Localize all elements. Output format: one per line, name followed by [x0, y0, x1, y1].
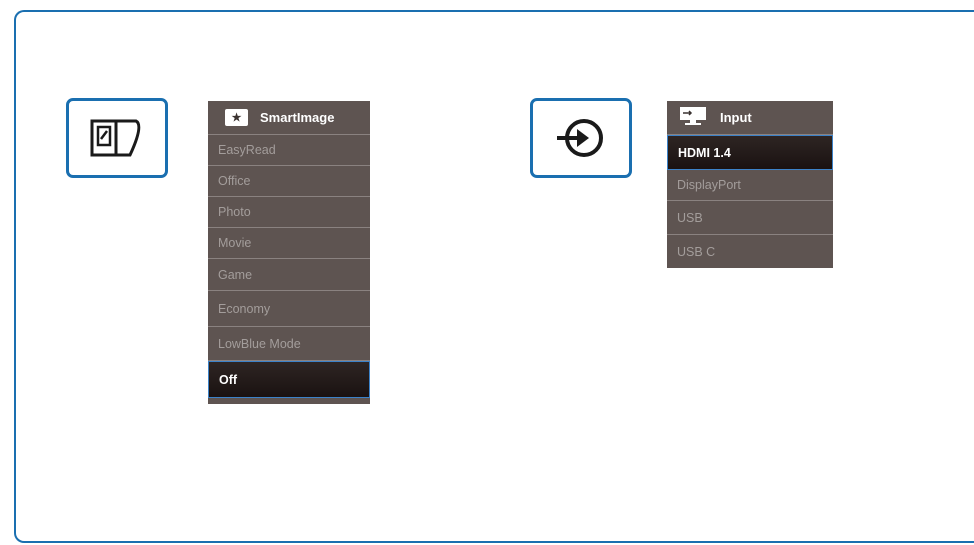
smartimage-icon	[90, 119, 141, 157]
menu-item-label: Economy	[218, 301, 271, 316]
menu-item-displayport[interactable]: DisplayPort	[667, 170, 833, 201]
input-menu-title: Input	[720, 110, 752, 125]
menu-item-label: EasyRead	[218, 143, 276, 157]
menu-item-label: Photo	[218, 205, 251, 219]
input-button-icon[interactable]	[530, 98, 632, 178]
smartimage-menu: ★ SmartImage EasyRead Office Photo Movie…	[208, 101, 370, 404]
input-icon	[557, 119, 603, 157]
menu-item-lowblue-mode[interactable]: LowBlue Mode	[208, 327, 370, 361]
menu-item-easyread[interactable]: EasyRead	[208, 135, 370, 166]
monitor-input-icon	[679, 106, 707, 129]
menu-item-usb[interactable]: USB	[667, 201, 833, 235]
diagram-frame	[14, 10, 974, 543]
menu-item-label: DisplayPort	[677, 178, 741, 192]
star-icon: ★	[225, 109, 248, 126]
menu-item-label: Game	[218, 267, 253, 282]
menu-item-off[interactable]: Off	[208, 361, 370, 398]
menu-item-label: Off	[219, 372, 238, 387]
smartimage-button-icon[interactable]	[66, 98, 168, 178]
input-menu: Input HDMI 1.4 DisplayPort USB USB C	[667, 101, 833, 268]
menu-item-economy[interactable]: Economy	[208, 291, 370, 327]
menu-item-label: USB C	[677, 244, 716, 259]
menu-item-label: Movie	[218, 236, 252, 250]
smartimage-menu-header: ★ SmartImage	[208, 101, 370, 135]
menu-item-usb-c[interactable]: USB C	[667, 235, 833, 268]
smartimage-menu-title: SmartImage	[260, 110, 335, 125]
menu-item-movie[interactable]: Movie	[208, 228, 370, 259]
menu-item-game[interactable]: Game	[208, 259, 370, 291]
input-menu-header: Input	[667, 101, 833, 135]
menu-item-photo[interactable]: Photo	[208, 197, 370, 228]
menu-item-hdmi-1-4[interactable]: HDMI 1.4	[667, 135, 833, 170]
menu-item-office[interactable]: Office	[208, 166, 370, 197]
menu-item-label: HDMI 1.4	[678, 145, 731, 160]
menu-item-label: USB	[677, 210, 703, 225]
menu-item-label: LowBlue Mode	[218, 336, 301, 351]
menu-item-label: Office	[218, 174, 251, 188]
